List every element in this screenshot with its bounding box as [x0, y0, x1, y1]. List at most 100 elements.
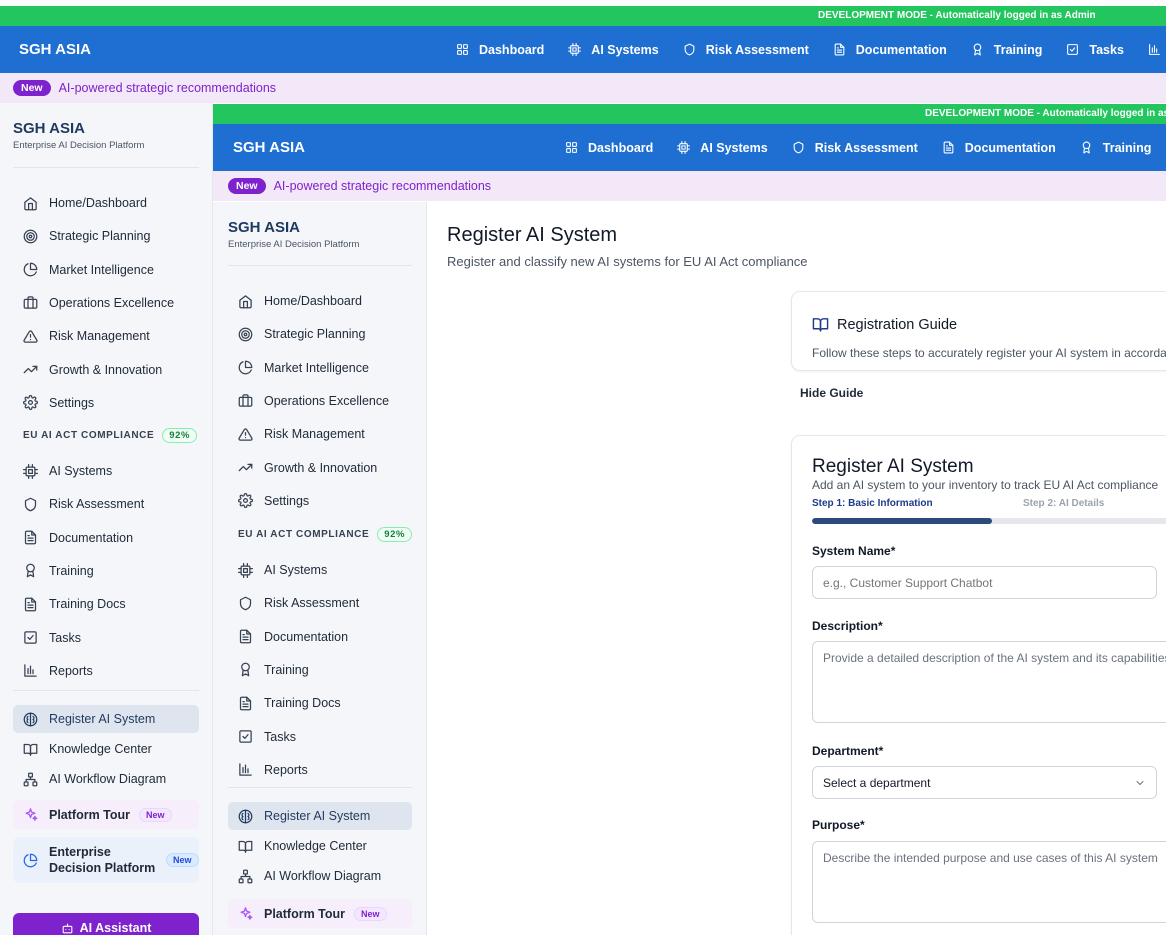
banner-text[interactable]: AI-powered strategic recommendations — [274, 179, 491, 193]
sidebar-item-reports[interactable]: Reports — [13, 657, 199, 685]
checkbox-icon — [238, 729, 264, 744]
sidebar-item-training[interactable]: Training — [228, 656, 412, 684]
sidebar-item-strategic-planning[interactable]: Strategic Planning — [228, 320, 412, 348]
sidebar-item-knowledge-center[interactable]: Knowledge Center — [13, 735, 199, 763]
sidebar-item-platform-tour[interactable]: Platform Tour New — [13, 800, 199, 829]
warning-icon — [23, 329, 49, 344]
sidebar-item-platform-tour[interactable]: Platform Tour New — [228, 899, 412, 928]
bot-icon — [61, 922, 74, 935]
sidebar-item-label: Platform Tour — [49, 807, 131, 822]
step-2-label[interactable]: Step 2: AI Details — [1023, 498, 1104, 509]
sidebar-item-label: Operations Excellence — [264, 393, 390, 408]
nav-documentation[interactable]: Documentation — [833, 43, 947, 57]
compliance-badge: 92% — [162, 428, 198, 443]
banner-text[interactable]: AI-powered strategic recommendations — [59, 81, 276, 95]
sidebar-item-risk-management[interactable]: Risk Management — [13, 322, 199, 350]
department-label: Department* — [812, 744, 884, 758]
nav-tasks[interactable]: Tasks — [1066, 43, 1124, 57]
sidebar-inner: SGH ASIA Enterprise AI Decision Platform… — [213, 202, 427, 935]
document-icon — [942, 141, 965, 154]
purpose-textarea[interactable]: Describe the intended purpose and use ca… — [812, 841, 1166, 923]
sidebar-item-risk-management[interactable]: Risk Management — [228, 420, 412, 448]
nav-dashboard[interactable]: Dashboard — [456, 43, 544, 57]
brain-icon — [238, 809, 264, 824]
dev-mode-banner-inner: DEVELOPMENT MODE - Automatically logged … — [213, 104, 1166, 124]
nav-label: Training — [1102, 140, 1152, 155]
sidebar-item-enterprise-decision-platform[interactable]: Enterprise Decision Platform New — [13, 837, 199, 883]
grid-icon — [565, 141, 588, 154]
system-name-input[interactable] — [812, 566, 1157, 599]
nav-training[interactable]: Training — [1080, 140, 1152, 155]
ai-assistant-button[interactable]: AI Assistant — [13, 913, 199, 935]
sidebar-item-training-docs[interactable]: Training Docs — [13, 590, 199, 618]
sidebar-item-tasks[interactable]: Tasks — [13, 624, 199, 652]
sidebar-item-growth-innovation[interactable]: Growth & Innovation — [13, 356, 199, 384]
nav-dashboard[interactable]: Dashboard — [565, 141, 653, 155]
sidebar-item-home-dashboard[interactable]: Home/Dashboard — [13, 189, 199, 217]
sidebar-item-documentation[interactable]: Documentation — [13, 524, 199, 552]
trend-up-icon — [23, 362, 49, 377]
trend-up-icon — [238, 460, 264, 475]
sidebar-item-label: Training Docs — [264, 696, 341, 711]
dev-mode-banner: DEVELOPMENT MODE - Automatically logged … — [0, 6, 1166, 26]
brand-logo[interactable]: SGH ASIA — [19, 41, 91, 58]
cpu-icon — [23, 463, 49, 479]
section-label: EU AI ACT COMPLIANCE — [238, 529, 370, 540]
document-icon — [833, 43, 856, 56]
sidebar-item-settings[interactable]: Settings — [13, 389, 199, 417]
pie-chart-icon — [23, 262, 49, 277]
target-icon — [238, 327, 264, 342]
section-label: EU AI ACT COMPLIANCE — [23, 430, 155, 441]
sidebar-item-register-ai-system[interactable]: Register AI System — [228, 802, 412, 830]
sidebar-item-home-dashboard[interactable]: Home/Dashboard — [228, 287, 412, 315]
gear-icon — [23, 395, 49, 411]
sidebar-item-operations-excellence[interactable]: Operations Excellence — [13, 289, 199, 317]
sidebar-item-risk-assessment[interactable]: Risk Assessment — [228, 589, 412, 617]
top-navbar-inner: SGH ASIA Dashboard AI Systems Risk Assessm… — [213, 124, 1166, 171]
brand-logo-inner[interactable]: SGH ASIA — [233, 139, 305, 156]
nav-risk-assessment[interactable]: Risk Assessment — [683, 43, 809, 57]
sidebar-item-market-intelligence[interactable]: Market Intelligence — [228, 354, 412, 382]
sidebar-title: SGH ASIA — [13, 120, 85, 137]
nav-ai-systems[interactable]: AI Systems — [568, 43, 659, 57]
nav-training[interactable]: Training — [971, 43, 1042, 57]
guide-title: Registration Guide — [837, 316, 958, 333]
department-select[interactable]: Select a department — [812, 766, 1157, 799]
cpu-icon — [238, 562, 264, 578]
sidebar-item-knowledge-center[interactable]: Knowledge Center — [228, 832, 412, 860]
sidebar-item-market-intelligence[interactable]: Market Intelligence — [13, 256, 199, 284]
hide-guide-button[interactable]: Hide Guide — [800, 386, 863, 400]
sidebar-item-training-docs[interactable]: Training Docs — [228, 689, 412, 717]
sidebar-item-growth-innovation[interactable]: Growth & Innovation — [228, 454, 412, 482]
step-1-label[interactable]: Step 1: Basic Information — [812, 498, 933, 509]
home-icon — [23, 196, 49, 211]
sidebar-item-operations-excellence[interactable]: Operations Excellence — [228, 387, 412, 415]
home-icon — [238, 294, 264, 309]
sidebar-item-documentation[interactable]: Documentation — [228, 623, 412, 651]
sidebar-item-strategic-planning[interactable]: Strategic Planning — [13, 222, 199, 250]
nav-reports[interactable]: Reports — [1148, 43, 1166, 57]
description-textarea[interactable]: Provide a detailed description of the AI… — [812, 641, 1166, 723]
book-icon — [812, 316, 837, 333]
sidebar-item-reports[interactable]: Reports — [228, 756, 412, 784]
sidebar-item-label: Home/Dashboard — [49, 196, 147, 210]
shield-icon — [23, 497, 49, 512]
sidebar-item-register-ai-system[interactable]: Register AI System — [13, 705, 199, 733]
sidebar-item-ai-systems[interactable]: AI Systems — [228, 556, 412, 584]
nav-ai-systems[interactable]: AI Systems — [677, 141, 768, 155]
nav-risk-assessment[interactable]: Risk Assessment — [792, 141, 918, 155]
nav-documentation[interactable]: Documentation — [942, 141, 1056, 155]
sidebar-item-label: Knowledge Center — [264, 839, 367, 853]
sidebar-item-training[interactable]: Training — [13, 557, 199, 585]
award-icon — [971, 43, 994, 56]
sidebar-item-ai-workflow-diagram[interactable]: AI Workflow Diagram — [228, 862, 412, 890]
sidebar-item-risk-assessment[interactable]: Risk Assessment — [13, 490, 199, 518]
book-icon — [238, 839, 264, 854]
sidebar-item-label: Settings — [264, 493, 310, 508]
sidebar-item-settings[interactable]: Settings — [228, 487, 412, 515]
sidebar-item-ai-workflow-diagram[interactable]: AI Workflow Diagram — [13, 765, 199, 793]
sidebar-item-ai-systems[interactable]: AI Systems — [13, 457, 199, 485]
nav-label: Risk Assessment — [814, 140, 918, 155]
briefcase-icon — [23, 295, 49, 310]
sidebar-item-tasks[interactable]: Tasks — [228, 723, 412, 751]
